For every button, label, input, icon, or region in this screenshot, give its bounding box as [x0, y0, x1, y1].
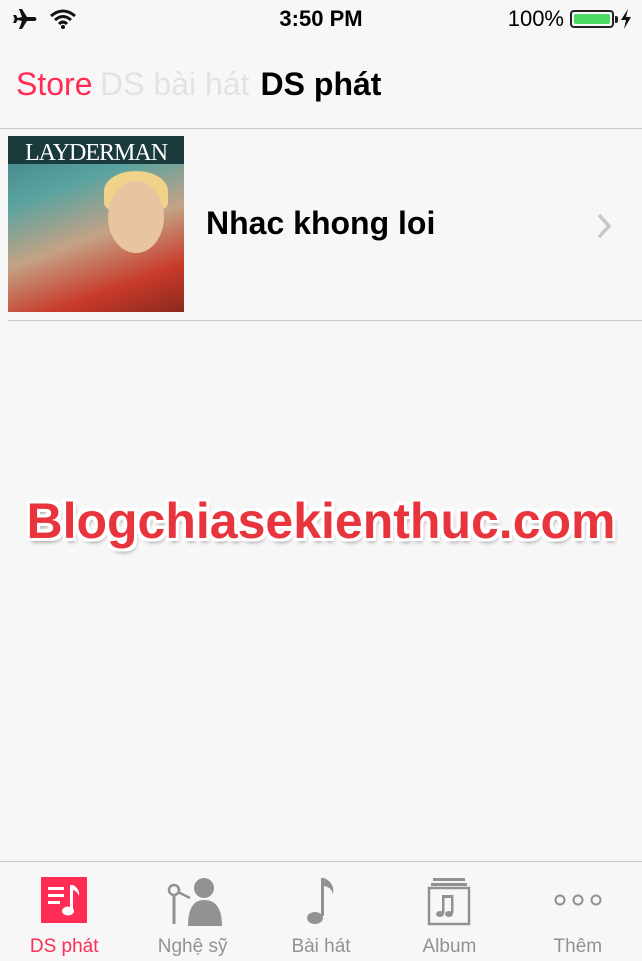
- tab-label: Thêm: [553, 936, 603, 957]
- album-art-text: LAYDERMAN: [24, 140, 168, 166]
- tab-label: DS phát: [29, 936, 99, 957]
- tab-label: Bài hát: [291, 936, 351, 957]
- playlist-row[interactable]: LAYDERMAN Nhac khong loi: [0, 129, 642, 320]
- tab-songs[interactable]: Bài hát: [257, 862, 385, 961]
- tab-playlists[interactable]: DS phát: [0, 862, 128, 961]
- playlist-title: Nhac khong loi: [206, 205, 436, 241]
- tab-bar: DS phát Nghệ sỹ Bài hát Album Thêm: [0, 861, 642, 961]
- charging-bolt-icon: [621, 9, 631, 29]
- tab-more[interactable]: Thêm: [514, 862, 642, 961]
- battery-icon: [570, 10, 618, 28]
- battery-nub: [615, 16, 618, 23]
- tab-label: Album: [422, 936, 477, 957]
- battery-fill: [574, 14, 610, 24]
- navigation-bar: DS bài hát Store DS phát: [0, 40, 642, 129]
- tab-albums[interactable]: Album: [385, 862, 513, 961]
- status-bar: 3:50 PM 100%: [0, 0, 642, 40]
- album-art: LAYDERMAN: [8, 136, 184, 312]
- album-icon: [428, 878, 471, 926]
- more-icon: [554, 894, 602, 906]
- song-icon: [307, 878, 334, 924]
- chevron-right-icon: [597, 213, 612, 239]
- page-title: DS phát: [260, 66, 382, 102]
- artist-icon: [167, 878, 222, 926]
- battery-percent: 100%: [507, 6, 564, 31]
- watermark-text: Blogchiasekienthuc.com: [26, 493, 616, 549]
- tab-label: Nghệ sỹ: [157, 936, 228, 957]
- status-right: 100%: [508, 6, 632, 32]
- album-art-face: [108, 181, 164, 253]
- playlist-icon: [41, 877, 88, 923]
- tab-artists[interactable]: Nghệ sỹ: [128, 862, 256, 961]
- row-separator: [8, 320, 642, 321]
